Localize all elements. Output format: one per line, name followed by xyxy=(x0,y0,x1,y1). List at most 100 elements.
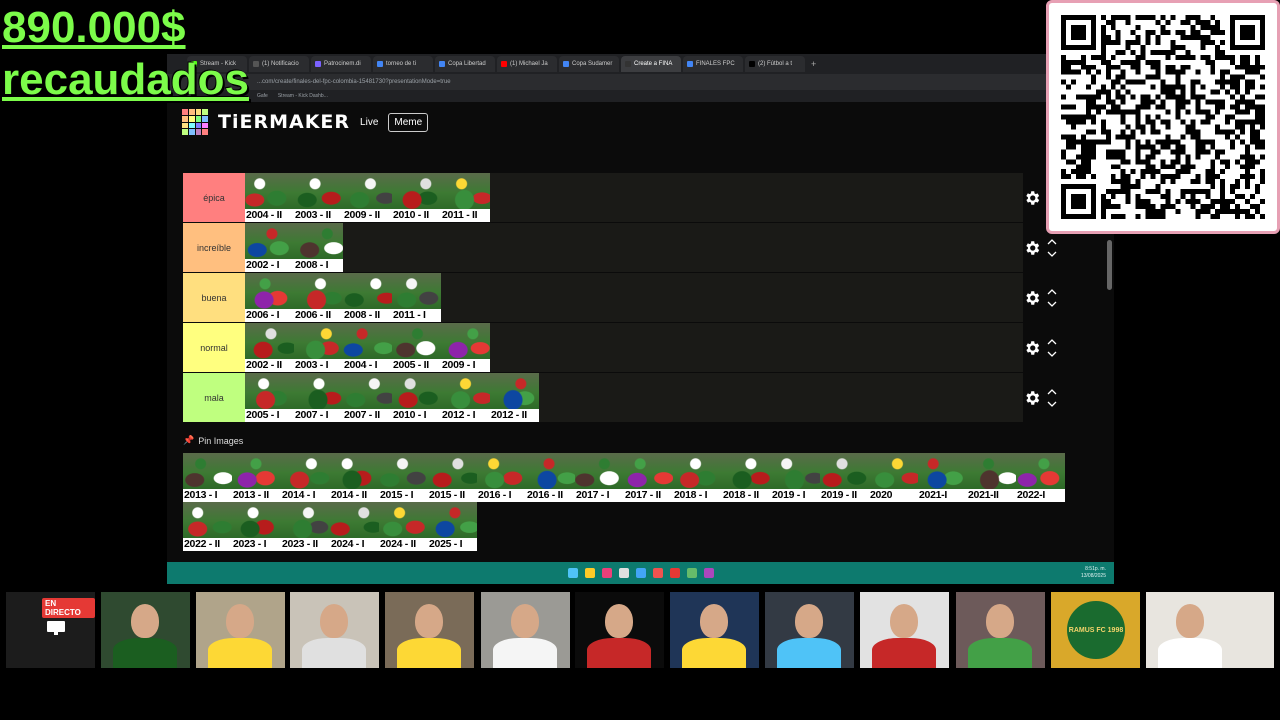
tier-item-card[interactable]: 2023 - II xyxy=(281,502,330,551)
tier-label[interactable]: épica xyxy=(183,173,245,222)
tier-label[interactable]: buena xyxy=(183,273,245,322)
browser-tab[interactable]: (1) Michael Ja xyxy=(497,56,557,72)
tier-item-card[interactable]: 2015 - I xyxy=(379,453,428,502)
new-tab-button[interactable]: + xyxy=(811,59,816,69)
participant-webcam[interactable] xyxy=(385,592,474,668)
tier-item-card[interactable]: 2019 - II xyxy=(820,453,869,502)
tier-item-card[interactable]: 2022-I xyxy=(1016,453,1065,502)
participant-webcam[interactable] xyxy=(670,592,759,668)
tier-item-card[interactable]: 2019 - I xyxy=(771,453,820,502)
tier-item-card[interactable]: 2011 - I xyxy=(392,273,441,322)
gear-icon[interactable] xyxy=(1023,389,1041,407)
tier-item-card[interactable]: 2014 - I xyxy=(281,453,330,502)
browser-tab[interactable]: torneo de ti xyxy=(373,56,433,72)
tier-item-card[interactable]: 2024 - II xyxy=(379,502,428,551)
tier-item-card[interactable]: 2013 - I xyxy=(183,453,232,502)
address-bar[interactable]: ...com/create/finales-del-fpc-colombia-1… xyxy=(167,74,1114,90)
gear-icon[interactable] xyxy=(1023,239,1041,257)
chevron-down-icon[interactable] xyxy=(1047,351,1057,358)
tier-item-card[interactable]: 2016 - I xyxy=(477,453,526,502)
taskbar-app-icon[interactable] xyxy=(584,568,595,578)
browser-tab[interactable]: (2) Fútbol a t xyxy=(745,56,805,72)
tier-item-card[interactable]: 2006 - I xyxy=(245,273,294,322)
chevron-up-icon[interactable] xyxy=(1047,388,1057,395)
tier-item-card[interactable]: 2021-II xyxy=(967,453,1016,502)
bookmark-item[interactable]: Gafe xyxy=(257,93,268,99)
tier-item-card[interactable]: 2011 - II xyxy=(441,173,490,222)
tier-item-card[interactable]: 2010 - I xyxy=(392,373,441,422)
gear-icon[interactable] xyxy=(1023,189,1041,207)
tier-item-card[interactable]: 2008 - I xyxy=(294,223,343,272)
tier-item-card[interactable]: 2004 - I xyxy=(343,323,392,372)
tier-item-card[interactable]: 2008 - II xyxy=(343,273,392,322)
tier-item-card[interactable]: 2009 - I xyxy=(441,323,490,372)
tiermaker-logo-icon[interactable] xyxy=(182,109,208,135)
tier-item-card[interactable]: 2005 - II xyxy=(392,323,441,372)
tier-item-card[interactable]: 2014 - II xyxy=(330,453,379,502)
tier-item-card[interactable]: 2013 - II xyxy=(232,453,281,502)
chevron-down-icon[interactable] xyxy=(1047,401,1057,408)
participant-webcam[interactable] xyxy=(481,592,570,668)
nav-meme-link[interactable]: Meme xyxy=(388,112,429,132)
tier-item-card[interactable]: 2005 - I xyxy=(245,373,294,422)
nav-live-link[interactable]: Live xyxy=(360,117,378,128)
tier-label[interactable]: increíble xyxy=(183,223,245,272)
chevron-up-icon[interactable] xyxy=(1047,288,1057,295)
tier-label[interactable]: normal xyxy=(183,323,245,372)
tier-item-card[interactable]: 2022 - II xyxy=(183,502,232,551)
tier-item-card[interactable]: 2021-I xyxy=(918,453,967,502)
tier-label[interactable]: mala xyxy=(183,373,245,422)
tier-item-card[interactable]: 2004 - II xyxy=(245,173,294,222)
participant-webcam[interactable] xyxy=(956,592,1045,668)
tier-item-card[interactable]: 2007 - II xyxy=(343,373,392,422)
taskbar-app-icon[interactable] xyxy=(601,568,612,578)
taskbar-app-icon[interactable] xyxy=(567,568,578,578)
tier-item-card[interactable]: 2006 - II xyxy=(294,273,343,322)
bookmark-item[interactable]: Stream - Kick Dashb... xyxy=(278,93,328,99)
tier-item-card[interactable]: 2012 - I xyxy=(441,373,490,422)
tier-item-card[interactable]: 2002 - I xyxy=(245,223,294,272)
participant-webcam[interactable] xyxy=(765,592,854,668)
participant-webcam[interactable] xyxy=(860,592,949,668)
pin-images-toggle[interactable]: 📌 Pin Images xyxy=(183,435,243,446)
taskbar-app-icon[interactable] xyxy=(703,568,714,578)
taskbar-app-icon[interactable] xyxy=(652,568,663,578)
tier-item-card[interactable]: 2010 - II xyxy=(392,173,441,222)
participant-webcam[interactable]: EN DIRECTO xyxy=(6,592,95,668)
chevron-down-icon[interactable] xyxy=(1047,251,1057,258)
tier-item-card[interactable]: 2018 - I xyxy=(673,453,722,502)
browser-tab[interactable]: (1) Notificacio xyxy=(249,56,309,72)
tiermaker-logo-text[interactable]: TiERMAKER xyxy=(218,111,350,133)
browser-tab[interactable]: Create a FINA xyxy=(621,56,681,72)
tier-item-card[interactable]: 2020 xyxy=(869,453,918,502)
participant-webcam[interactable] xyxy=(1146,592,1274,668)
tier-item-card[interactable]: 2015 - II xyxy=(428,453,477,502)
taskbar-app-icon[interactable] xyxy=(635,568,646,578)
chevron-up-icon[interactable] xyxy=(1047,238,1057,245)
participant-webcam[interactable] xyxy=(196,592,285,668)
tier-item-card[interactable]: 2007 - I xyxy=(294,373,343,422)
gear-icon[interactable] xyxy=(1023,289,1041,307)
browser-tab[interactable]: Patrocinem.di xyxy=(311,56,371,72)
tier-item-card[interactable]: 2018 - II xyxy=(722,453,771,502)
participant-webcam[interactable] xyxy=(290,592,379,668)
taskbar-app-icon[interactable] xyxy=(686,568,697,578)
participant-webcam[interactable] xyxy=(101,592,190,668)
tier-item-card[interactable]: 2023 - I xyxy=(232,502,281,551)
tier-item-card[interactable]: 2017 - II xyxy=(624,453,673,502)
chevron-up-icon[interactable] xyxy=(1047,338,1057,345)
browser-tab[interactable]: FINALES FPC xyxy=(683,56,743,72)
tier-item-card[interactable]: 2009 - II xyxy=(343,173,392,222)
taskbar-app-icon[interactable] xyxy=(669,568,680,578)
tier-item-card[interactable]: 2003 - I xyxy=(294,323,343,372)
taskbar-clock[interactable]: 8:51p. m. 13/08/2025 xyxy=(1081,566,1106,580)
participant-webcam[interactable]: RAMUS FC 1998 xyxy=(1051,592,1140,668)
participant-webcam[interactable] xyxy=(575,592,664,668)
tier-item-card[interactable]: 2012 - II xyxy=(490,373,539,422)
tier-item-card[interactable]: 2002 - II xyxy=(245,323,294,372)
tier-item-card[interactable]: 2017 - I xyxy=(575,453,624,502)
tier-item-card[interactable]: 2024 - I xyxy=(330,502,379,551)
tier-item-card[interactable]: 2016 - II xyxy=(526,453,575,502)
chevron-down-icon[interactable] xyxy=(1047,301,1057,308)
browser-tab[interactable]: Copa Sudamer xyxy=(559,56,619,72)
